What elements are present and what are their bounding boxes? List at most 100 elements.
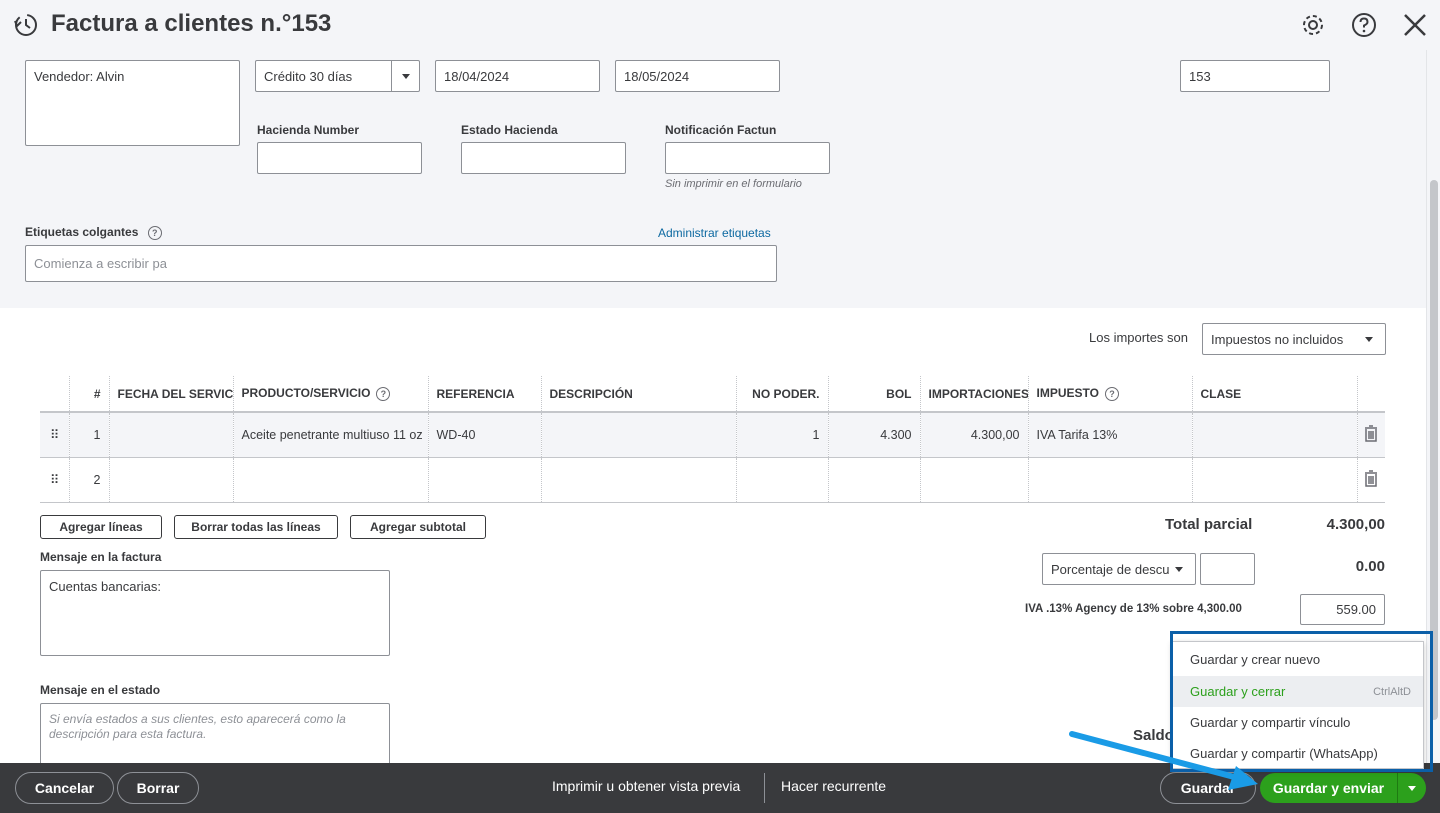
cell-fecha[interactable] xyxy=(109,412,234,458)
clear-lines-button[interactable]: Borrar todas las líneas xyxy=(174,515,338,539)
cell-referencia[interactable]: WD-40 xyxy=(428,412,542,458)
amounts-label: Los importes son xyxy=(1089,330,1188,345)
drag-handle-icon[interactable]: ⠿ xyxy=(40,412,70,458)
drag-handle-icon[interactable]: ⠿ xyxy=(40,457,70,503)
discount-input[interactable] xyxy=(1200,553,1255,585)
amounts-select[interactable]: Impuestos no incluidos xyxy=(1202,323,1386,355)
address-field[interactable]: Vendedor: Alvin xyxy=(25,60,240,146)
cell-impuesto[interactable] xyxy=(1028,457,1193,503)
amounts-value: Impuestos no incluidos xyxy=(1211,331,1344,347)
hacienda-number-input[interactable] xyxy=(257,142,422,174)
cell-bol[interactable]: 4.300 xyxy=(828,412,921,458)
cell-descripcion[interactable] xyxy=(541,412,737,458)
due-date-value: 18/05/2024 xyxy=(624,68,690,84)
cancel-button[interactable]: Cancelar xyxy=(15,772,114,804)
statement-message-placeholder: Si envía estados a sus clientes, esto ap… xyxy=(49,712,346,741)
cell-descripcion[interactable] xyxy=(541,457,737,503)
terms-select[interactable]: Crédito 30 días xyxy=(255,60,420,92)
chevron-down-icon[interactable] xyxy=(391,61,419,91)
col-referencia: REFERENCIA xyxy=(428,376,542,413)
help-icon[interactable] xyxy=(1350,11,1378,39)
save-options-toggle[interactable] xyxy=(1397,773,1426,803)
menu-item-save-share-whatsapp[interactable]: Guardar y compartir (WhatsApp) xyxy=(1173,738,1423,769)
add-subtotal-button[interactable]: Agregar subtotal xyxy=(350,515,486,539)
menu-item-label: Guardar y compartir (WhatsApp) xyxy=(1190,746,1378,761)
settings-icon[interactable] xyxy=(1299,11,1327,39)
manage-tags-link[interactable]: Administrar etiquetas xyxy=(658,226,771,240)
invoice-lines-table: # FECHA DEL SERVICIO PRODUCTO/SERVICIO? … xyxy=(40,376,1385,503)
subtotal-label: Total parcial xyxy=(1165,516,1253,533)
table-row[interactable]: ⠿ 1 Aceite penetrante multiuso 11 oz WD-… xyxy=(40,412,1385,458)
history-icon[interactable] xyxy=(12,11,40,39)
help-icon[interactable]: ? xyxy=(1104,386,1119,401)
cell-impuesto[interactable]: IVA Tarifa 13% xyxy=(1028,412,1193,458)
help-icon[interactable]: ? xyxy=(376,386,391,401)
discount-type-value: Porcentaje de descuento xyxy=(1051,561,1169,577)
header-bar: Factura a clientes n.°153 xyxy=(0,0,1440,50)
col-fecha: FECHA DEL SERVICIO xyxy=(109,376,234,413)
col-producto: PRODUCTO/SERVICIO? xyxy=(233,376,429,413)
menu-item-save-close[interactable]: Guardar y cerrar CtrlAltD xyxy=(1173,676,1423,707)
due-date-field[interactable]: 18/05/2024 xyxy=(615,60,780,92)
save-and-send-button[interactable]: Guardar y enviar xyxy=(1260,773,1397,803)
tax-label: IVA .13% Agency de 13% sobre 4,300.00 xyxy=(1025,603,1242,615)
menu-item-save-share-link[interactable]: Guardar y compartir vínculo xyxy=(1173,707,1423,738)
tags-label: Etiquetas colgantes ? xyxy=(25,225,162,240)
cell-bol[interactable] xyxy=(828,457,921,503)
discount-type-select[interactable]: Porcentaje de descuento xyxy=(1042,553,1196,585)
close-icon[interactable] xyxy=(1401,11,1429,39)
save-options-menu: Guardar y crear nuevo Guardar y cerrar C… xyxy=(1172,641,1424,769)
print-preview-link[interactable]: Imprimir u obtener vista previa xyxy=(552,778,740,794)
invoice-number-field[interactable]: 153 xyxy=(1180,60,1330,92)
table-row[interactable]: ⠿ 2 xyxy=(40,457,1385,503)
cell-fecha[interactable] xyxy=(109,457,234,503)
tags-placeholder: Comienza a escribir pa xyxy=(34,256,167,271)
cell-no-poder[interactable] xyxy=(736,457,829,503)
col-producto-text: PRODUCTO/SERVICIO xyxy=(241,386,371,401)
add-lines-button[interactable]: Agregar líneas xyxy=(40,515,162,539)
terms-value: Crédito 30 días xyxy=(264,68,353,84)
help-icon[interactable]: ? xyxy=(147,225,162,240)
discount-value: 0.00 xyxy=(1355,558,1385,575)
cell-no-poder[interactable]: 1 xyxy=(736,412,829,458)
notificacion-note: Sin imprimir en el formulario xyxy=(665,178,802,190)
scrollbar-thumb[interactable] xyxy=(1430,180,1438,720)
col-no-poder: NO PODER. xyxy=(736,376,829,413)
chevron-down-icon[interactable] xyxy=(1365,337,1373,342)
footer-bar: Cancelar Borrar Imprimir u obtener vista… xyxy=(0,763,1440,813)
cell-clase[interactable] xyxy=(1192,457,1358,503)
trash-icon[interactable] xyxy=(1357,457,1385,503)
table-header-row: # FECHA DEL SERVICIO PRODUCTO/SERVICIO? … xyxy=(40,376,1385,413)
invoice-message-input[interactable]: Cuentas bancarias: xyxy=(40,570,390,656)
col-impuesto: IMPUESTO? xyxy=(1028,376,1193,413)
tax-amount-value: 559.00 xyxy=(1336,602,1376,617)
trash-icon-svg xyxy=(1364,469,1377,487)
notificacion-input[interactable] xyxy=(665,142,830,174)
cell-producto[interactable] xyxy=(233,457,429,503)
make-recurring-link[interactable]: Hacer recurrente xyxy=(781,778,886,794)
trash-icon-svg xyxy=(1364,425,1377,442)
clear-button[interactable]: Borrar xyxy=(117,772,199,804)
estado-hacienda-input[interactable] xyxy=(461,142,626,174)
trash-icon[interactable] xyxy=(1357,412,1385,458)
col-descripcion: DESCRIPCIÓN xyxy=(541,376,737,413)
statement-message-label: Mensaje en el estado xyxy=(40,683,161,697)
scrollbar[interactable] xyxy=(1426,50,1440,763)
col-num: # xyxy=(69,376,110,413)
chevron-down-icon[interactable] xyxy=(1175,567,1183,572)
cell-producto[interactable]: Aceite penetrante multiuso 11 oz xyxy=(233,412,429,458)
menu-item-label: Guardar y crear nuevo xyxy=(1190,652,1321,667)
col-impuesto-text: IMPUESTO xyxy=(1036,386,1099,401)
page-title: Factura a clientes n.°153 xyxy=(51,10,332,37)
cell-importaciones[interactable]: 4.300,00 xyxy=(920,412,1029,458)
balance-label: Saldo xyxy=(1133,727,1174,744)
invoice-date-field[interactable]: 18/04/2024 xyxy=(435,60,600,92)
invoice-message-label: Mensaje en la factura xyxy=(40,550,162,564)
cell-clase[interactable] xyxy=(1192,412,1358,458)
cell-importaciones[interactable] xyxy=(920,457,1029,503)
menu-item-save-new[interactable]: Guardar y crear nuevo xyxy=(1173,644,1423,675)
tax-amount-input[interactable]: 559.00 xyxy=(1300,594,1385,625)
cell-referencia[interactable] xyxy=(428,457,542,503)
save-button[interactable]: Guardar xyxy=(1160,772,1256,804)
tags-input[interactable]: Comienza a escribir pa xyxy=(25,245,777,282)
